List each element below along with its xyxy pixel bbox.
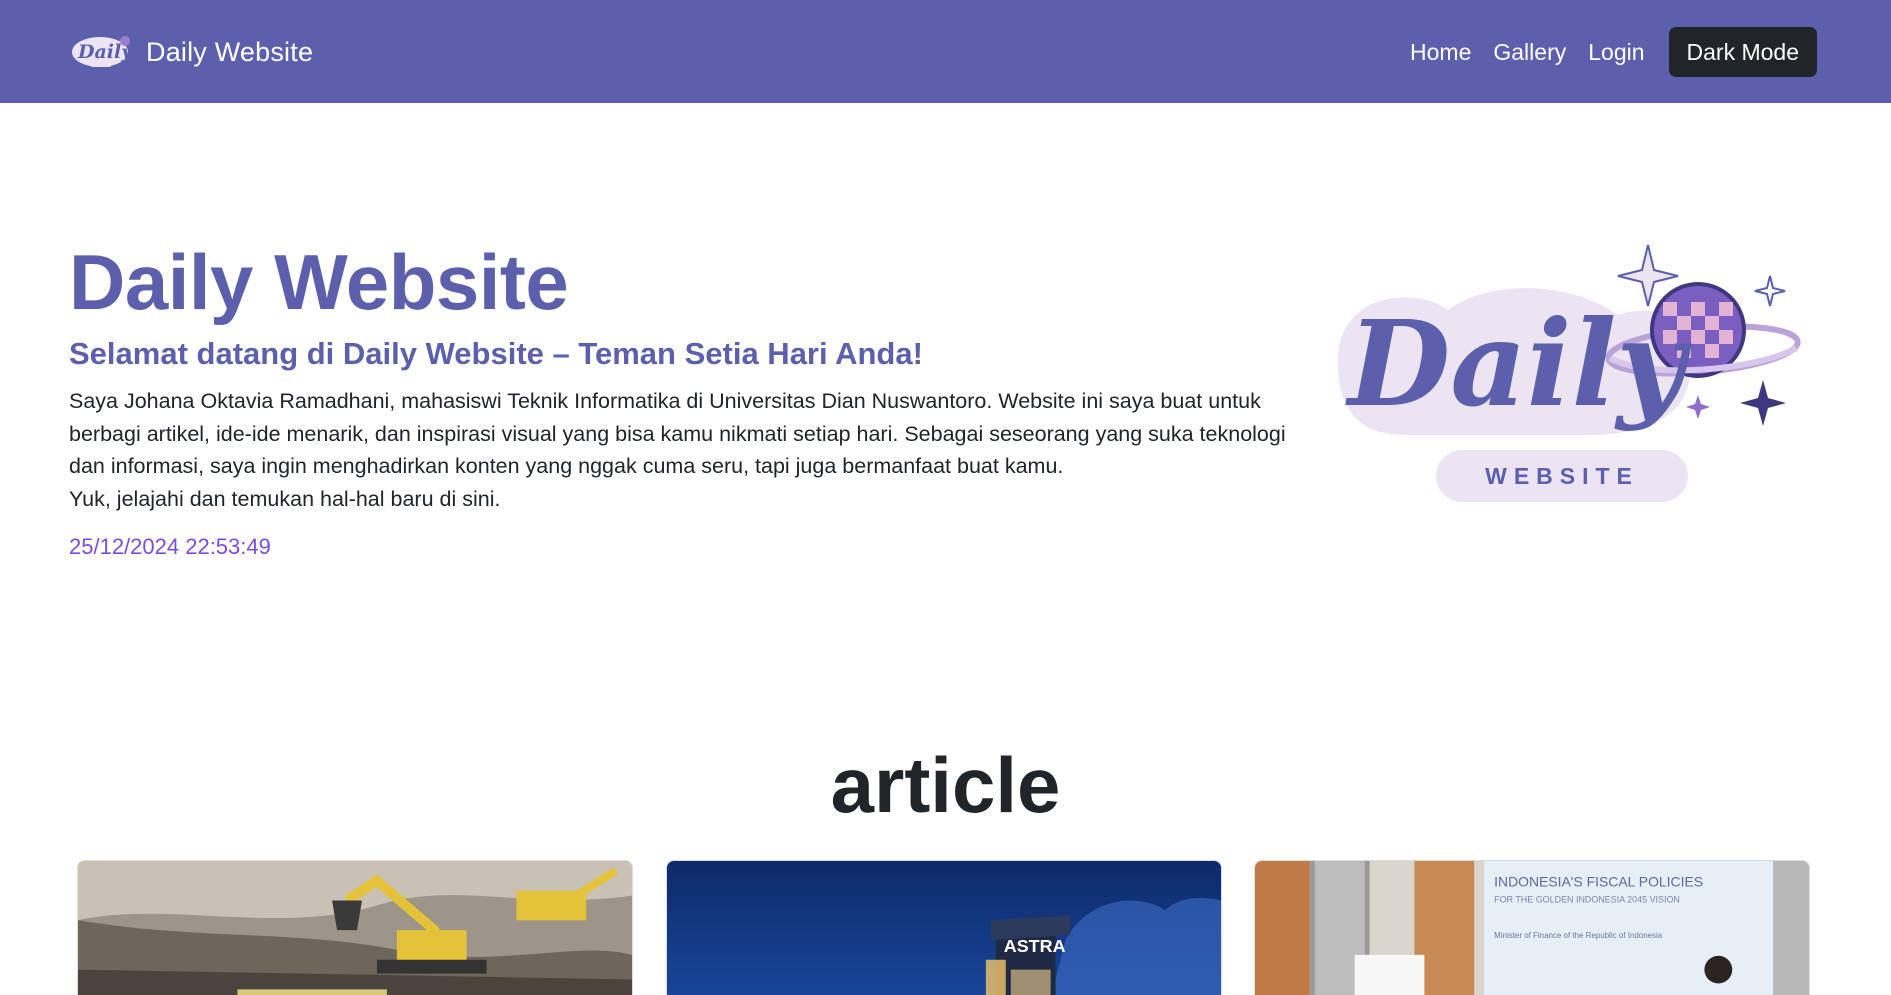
nav-home-link[interactable]: Home xyxy=(1410,39,1471,66)
brand-logo-icon: Daily xyxy=(72,36,134,67)
article-card-image[interactable] xyxy=(77,860,633,995)
hero-description: Saya Johana Oktavia Ramadhani, mahasiswi… xyxy=(69,385,1299,515)
navbar: Daily Daily Website Home Gallery Login D… xyxy=(0,0,1891,103)
article-card-image[interactable]: INDONESIA'S FISCAL POLICIES FOR THE GOLD… xyxy=(1254,860,1810,995)
hero-description-paragraph: Saya Johana Oktavia Ramadhani, mahasiswi… xyxy=(69,389,1286,478)
slide-caption: Minister of Finance of the Republic of I… xyxy=(1494,931,1663,940)
hero-description-cta: Yuk, jelajahi dan temukan hal-hal baru d… xyxy=(69,486,501,511)
logo-word: Daily xyxy=(1345,294,1692,433)
astra-sign-text: ASTRA xyxy=(1004,936,1066,956)
fiscal-policy-image: INDONESIA'S FISCAL POLICIES FOR THE GOLD… xyxy=(1255,861,1809,995)
brand-title: Daily Website xyxy=(146,37,314,67)
nav-login-link[interactable]: Login xyxy=(1588,39,1644,66)
hero-title: Daily Website xyxy=(69,238,569,326)
brand[interactable]: Daily Daily Website xyxy=(70,29,313,75)
current-datetime: 25/12/2024 22:53:49 xyxy=(69,534,271,559)
dark-mode-button[interactable]: Dark Mode xyxy=(1668,27,1817,77)
nav-gallery-link[interactable]: Gallery xyxy=(1493,39,1566,66)
excavator-mining-image xyxy=(78,861,632,995)
astra-building-image: ASTRA xyxy=(667,861,1221,995)
slide-title: INDONESIA'S FISCAL POLICIES xyxy=(1494,874,1703,890)
hero-subtitle: Selamat datang di Daily Website – Teman … xyxy=(69,336,923,371)
article-card-image[interactable]: ASTRA xyxy=(666,860,1222,995)
daily-website-logo: Daily WEBSITE xyxy=(1338,244,1801,502)
slide-subtitle: FOR THE GOLDEN INDONESIA 2045 VISION xyxy=(1494,895,1680,905)
nav-links: Home Gallery Login Dark Mode xyxy=(1410,27,1817,77)
logo-tagline: WEBSITE xyxy=(1485,463,1639,489)
article-heading: article xyxy=(830,741,1061,829)
